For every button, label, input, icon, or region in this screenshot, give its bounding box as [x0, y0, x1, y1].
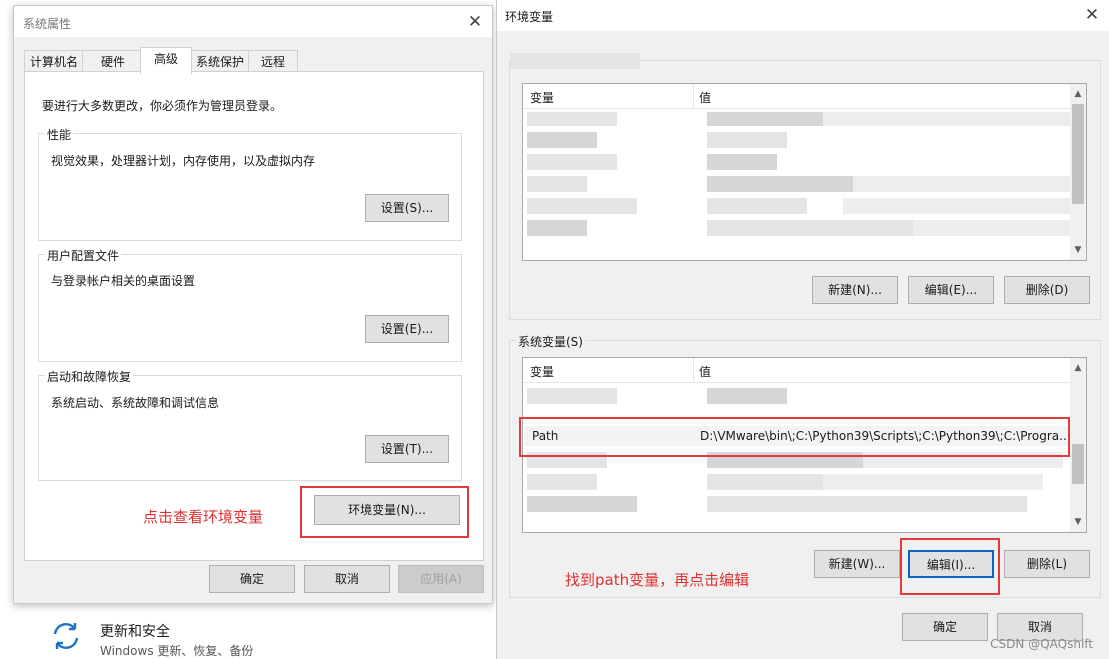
update-security-title: 更新和安全 — [100, 624, 170, 640]
performance-title: 性能 — [45, 126, 74, 143]
blurred-row — [527, 220, 587, 236]
user-variables-list[interactable]: 变量 值 ▲ ▼ — [522, 83, 1087, 261]
watermark: CSDN @QAQshift — [990, 637, 1093, 651]
performance-group: 性能 视觉效果，处理器计划，内存使用，以及虚拟内存 设置(S)... — [38, 126, 462, 241]
startup-recovery-title: 启动和故障恢复 — [45, 368, 134, 385]
blurred-row — [527, 154, 617, 170]
blurred-row — [527, 112, 617, 126]
user-variables-label-blurred — [510, 53, 640, 69]
system-delete-button[interactable]: 删除(L) — [1004, 550, 1090, 578]
blurred-row — [853, 176, 1073, 192]
tab-system-protection[interactable]: 系统保护 — [190, 50, 250, 73]
performance-desc: 视觉效果，处理器计划，内存使用，以及虚拟内存 — [51, 154, 316, 168]
system-col-value: 值 — [699, 365, 712, 379]
blurred-row — [707, 132, 787, 148]
blurred-row — [707, 154, 777, 170]
tab-remote[interactable]: 远程 — [248, 50, 298, 73]
blurred-row — [527, 132, 597, 148]
user-delete-button[interactable]: 删除(D) — [1004, 276, 1090, 304]
update-security-subtitle: Windows 更新、恢复、备份 — [100, 644, 254, 658]
environment-variables-button[interactable]: 环境变量(N)... — [314, 495, 460, 525]
system-properties-dialog: 系统属性 ✕ 计算机名 硬件 高级 系统保护 远程 要进行大多数更改，你必须作为… — [13, 5, 493, 604]
apply-button[interactable]: 应用(A) — [398, 565, 484, 593]
blurred-row — [843, 198, 1073, 214]
tab-hardware[interactable]: 硬件 — [82, 50, 144, 73]
admin-note: 要进行大多数更改，你必须作为管理员登录。 — [42, 99, 283, 113]
blurred-row — [707, 220, 917, 236]
scroll-thumb[interactable] — [1072, 444, 1084, 484]
system-list-header: 变量 值 — [523, 358, 1070, 383]
annotation-click-env: 点击查看环境变量 — [143, 508, 264, 526]
blurred-row — [707, 112, 827, 126]
scroll-up-icon[interactable]: ▲ — [1070, 86, 1086, 102]
user-variables-group: 变量 值 ▲ ▼ 新建(N)... 编辑(E)... 删除(D) — [509, 53, 1101, 320]
annotation-find-path: 找到path变量，再点击编辑 — [565, 571, 750, 589]
user-list-scrollbar[interactable]: ▲ ▼ — [1070, 84, 1086, 260]
blurred-row — [707, 198, 807, 214]
blurred-row — [527, 496, 637, 512]
cancel-button[interactable]: 取消 — [304, 565, 390, 593]
user-edit-button[interactable]: 编辑(E)... — [908, 276, 994, 304]
sync-icon — [53, 623, 79, 649]
blurred-row — [707, 176, 857, 192]
user-profiles-title: 用户配置文件 — [45, 247, 122, 264]
scroll-up-icon[interactable]: ▲ — [1070, 360, 1086, 376]
blurred-row — [913, 220, 1073, 236]
blurred-row — [823, 474, 1043, 490]
scroll-down-icon[interactable]: ▼ — [1070, 514, 1086, 530]
system-list-scrollbar[interactable]: ▲ ▼ — [1070, 358, 1086, 532]
user-profiles-settings-button[interactable]: 设置(E)... — [365, 315, 449, 343]
system-edit-button[interactable]: 编辑(I)... — [908, 550, 994, 578]
highlight-path-row — [519, 417, 1070, 457]
blurred-row — [707, 388, 787, 404]
close-icon[interactable]: ✕ — [465, 12, 485, 32]
startup-recovery-desc: 系统启动、系统故障和调试信息 — [51, 396, 220, 410]
env-ok-button[interactable]: 确定 — [902, 613, 988, 641]
tab-advanced[interactable]: 高级 — [140, 47, 192, 74]
performance-settings-button[interactable]: 设置(S)... — [365, 194, 449, 222]
env-dialog-title: 环境变量 — [505, 10, 554, 24]
tab-computer-name[interactable]: 计算机名 — [24, 50, 84, 73]
screen: { "system_properties": { "title": "系统属性"… — [0, 0, 1109, 659]
environment-variables-dialog: 环境变量 ✕ 变量 值 ▲ ▼ 新建(N)... 编辑(E)... 删除(D) … — [496, 0, 1109, 659]
startup-recovery-group: 启动和故障恢复 系统启动、系统故障和调试信息 设置(T)... — [38, 368, 462, 481]
user-col-value: 值 — [699, 91, 712, 105]
system-new-button[interactable]: 新建(W)... — [814, 550, 900, 578]
advanced-tab-panel: 要进行大多数更改，你必须作为管理员登录。 性能 视觉效果，处理器计划，内存使用，… — [24, 71, 484, 561]
column-separator — [693, 84, 694, 108]
env-close-icon[interactable]: ✕ — [1082, 5, 1102, 25]
system-col-name: 变量 — [530, 365, 555, 379]
user-profiles-desc: 与登录帐户相关的桌面设置 — [51, 274, 196, 288]
blurred-row — [707, 474, 827, 490]
column-separator — [693, 358, 694, 382]
blurred-row — [527, 474, 597, 490]
scroll-thumb[interactable] — [1072, 104, 1084, 204]
system-variables-group: 系统变量(S) 变量 值 Path D:\VMware\bin\;C:\Pyth… — [509, 333, 1101, 598]
startup-recovery-settings-button[interactable]: 设置(T)... — [365, 435, 449, 463]
blurred-row — [707, 496, 1027, 512]
ok-button[interactable]: 确定 — [209, 565, 295, 593]
user-col-name: 变量 — [530, 91, 555, 105]
system-variables-label: 系统变量(S) — [516, 333, 585, 350]
blurred-row — [527, 198, 637, 214]
scroll-down-icon[interactable]: ▼ — [1070, 242, 1086, 258]
dialog-title: 系统属性 — [23, 17, 72, 31]
user-new-button[interactable]: 新建(N)... — [812, 276, 898, 304]
blurred-row — [527, 388, 617, 404]
title-bar: 系统属性 ✕ — [14, 6, 492, 37]
env-title-bar: 环境变量 ✕ — [497, 0, 1109, 31]
blurred-row — [823, 112, 1073, 126]
user-list-header: 变量 值 — [523, 84, 1070, 109]
blurred-row — [527, 176, 587, 192]
user-profiles-group: 用户配置文件 与登录帐户相关的桌面设置 设置(E)... — [38, 247, 462, 362]
